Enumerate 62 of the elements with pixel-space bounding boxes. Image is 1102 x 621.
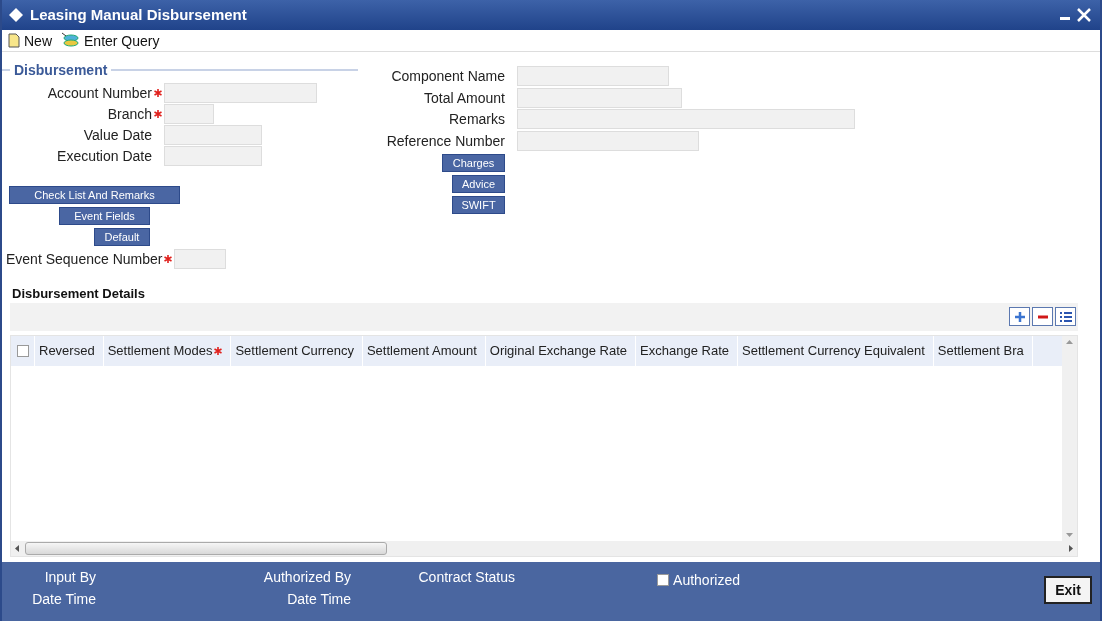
footer-label: Date Time [32, 590, 96, 607]
input-field[interactable] [517, 130, 699, 151]
list-icon [1058, 310, 1073, 323]
authorized-checkbox[interactable]: Authorized [657, 568, 740, 588]
vertical-scrollbar[interactable] [1062, 335, 1077, 541]
exit-button[interactable]: Exit [1044, 575, 1092, 604]
window-title: Leasing Manual Disbursement [30, 6, 248, 24]
column-header: Original Exchange Rate [489, 343, 628, 359]
field-label: Remarks [448, 111, 505, 128]
list-view-button[interactable] [1055, 307, 1076, 327]
minimize-icon [1060, 17, 1070, 21]
action-button[interactable]: SWIFT [452, 196, 507, 215]
column-header: Exchange Rate [640, 343, 729, 359]
plus-icon [1013, 310, 1026, 323]
field-label: Account Number [46, 84, 152, 101]
horizontal-scrollbar[interactable] [11, 540, 1077, 556]
input-field[interactable] [164, 103, 214, 124]
input-field[interactable] [517, 109, 855, 130]
column-header: Settlement Currency Equivalent [742, 343, 925, 359]
up-arrow-icon [1066, 339, 1073, 344]
down-arrow-icon [1066, 532, 1073, 537]
action-button[interactable]: Check List And Remarks [9, 186, 182, 205]
column-header: Settlement Currency [235, 343, 354, 359]
document-icon [8, 33, 20, 49]
input-field[interactable] [517, 66, 669, 87]
database-icon [60, 32, 80, 50]
right-arrow-icon [1069, 544, 1073, 552]
field-label: Value Date [82, 126, 152, 143]
action-button[interactable]: Advice [452, 175, 507, 194]
field-label: Execution Date [56, 147, 152, 164]
footer-label: Input By [44, 568, 96, 585]
field-label: Reference Number [385, 132, 505, 149]
input-field[interactable] [164, 145, 262, 166]
input-field[interactable] [164, 124, 262, 145]
input-field[interactable] [164, 82, 317, 103]
column-header: Settlement Bra [937, 343, 1024, 359]
enter-query-button[interactable]: Enter Query [58, 32, 162, 50]
section-title: Disbursement [14, 62, 108, 79]
action-button[interactable]: Event Fields [59, 207, 152, 226]
footer-label: Date Time [287, 590, 351, 607]
footer-label: Authorized By [263, 568, 351, 585]
section-title: Disbursement Details [11, 284, 146, 303]
column-header: Reversed [39, 343, 95, 359]
field-label: Event Sequence Number [6, 250, 163, 267]
checkbox[interactable] [16, 344, 29, 357]
field-label: Total Amount [423, 89, 505, 106]
new-button[interactable]: New [6, 32, 54, 49]
column-header: Settlement Modes [107, 343, 213, 359]
left-arrow-icon [15, 544, 19, 552]
column-header: Settlement Amount [366, 343, 477, 359]
field-label: Branch [106, 105, 152, 122]
action-button[interactable]: Charges [442, 154, 507, 173]
field-label: Component Name [390, 68, 505, 85]
footer-label: Contract Status [418, 568, 515, 585]
add-button[interactable] [1009, 307, 1030, 327]
close-button[interactable] [1076, 6, 1092, 23]
remove-button[interactable] [1032, 307, 1053, 327]
action-button[interactable]: Default [94, 228, 152, 247]
diamond-icon [8, 6, 24, 23]
input-field[interactable] [174, 248, 227, 269]
input-field[interactable] [517, 87, 682, 108]
close-icon [1076, 6, 1092, 23]
